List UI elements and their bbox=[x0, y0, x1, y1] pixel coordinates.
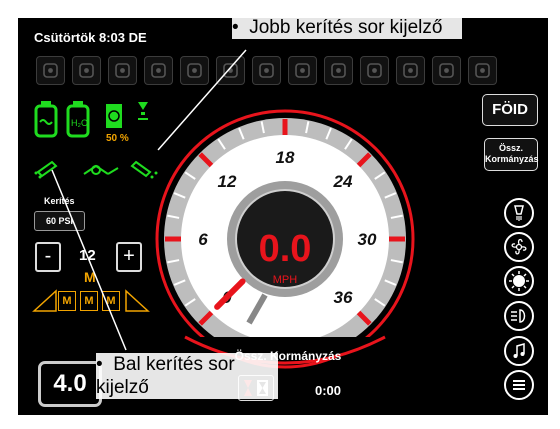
timer-value: 0:00 bbox=[315, 383, 342, 398]
boom-fault-icon bbox=[288, 56, 317, 85]
parking-brake-icon bbox=[36, 56, 65, 85]
boom-left-warning-icon bbox=[216, 56, 245, 85]
spray-boom-icon bbox=[180, 56, 209, 85]
steering-button-line2: Kormányzás bbox=[485, 154, 539, 164]
section-m-right[interactable]: M bbox=[102, 291, 120, 311]
svg-text:H₂O: H₂O bbox=[71, 118, 88, 128]
left-fence-callout: • Bal kerítés sor kijelző bbox=[96, 353, 278, 399]
filter-icon bbox=[468, 56, 497, 85]
gauge-tick-label: 6 bbox=[198, 230, 208, 249]
fan-icon bbox=[511, 238, 527, 255]
psi-display[interactable]: 60 PSI bbox=[34, 211, 85, 231]
water-tank-icon bbox=[144, 56, 173, 85]
work-light-icon bbox=[514, 205, 524, 221]
decrease-button[interactable]: - bbox=[35, 242, 61, 272]
speed-unit: MPH bbox=[272, 274, 298, 286]
section-m-left[interactable]: M bbox=[58, 291, 76, 311]
speed-readout: 0.0 bbox=[258, 228, 312, 270]
left-fence-row-icon bbox=[34, 160, 58, 179]
warning-triangle-icon bbox=[72, 56, 101, 85]
headlight-icon bbox=[511, 309, 526, 323]
steering-button[interactable]: Össz. Kormányzás bbox=[484, 138, 539, 171]
fan-speed-icon bbox=[106, 104, 122, 128]
boom-center-icon bbox=[83, 164, 119, 175]
right-fence-callout-text: Jobb kerítés sor kijelző bbox=[249, 17, 443, 38]
menu-icon bbox=[513, 380, 525, 390]
gauge-tick-label: 12 bbox=[218, 172, 237, 191]
datetime-label: Csütörtök 8:03 DE bbox=[34, 30, 147, 45]
tank-water-icon bbox=[34, 101, 58, 138]
steering-button-line1: Össz. bbox=[498, 143, 523, 153]
gauge-tick-label: 30 bbox=[358, 230, 377, 249]
brightness-button[interactable] bbox=[504, 266, 534, 296]
foid-button[interactable]: FÖID bbox=[482, 94, 538, 126]
tank-level-icon bbox=[324, 56, 353, 85]
hose-icon bbox=[432, 56, 461, 85]
stop-icon bbox=[108, 56, 137, 85]
gauge-tick-label: 36 bbox=[334, 288, 353, 307]
gauge-tick-label: 18 bbox=[276, 148, 295, 167]
increase-button[interactable]: + bbox=[116, 242, 142, 272]
right-fence-callout: • Jobb kerítés sor kijelző bbox=[232, 16, 462, 39]
pump-icon bbox=[360, 56, 389, 85]
spray-indicator-icon bbox=[138, 102, 148, 120]
engine-icon bbox=[396, 56, 425, 85]
left-fence-callout-text: Bal kerítés sor kijelző bbox=[96, 354, 235, 398]
rate-value: 12 bbox=[79, 247, 96, 264]
audio-button[interactable] bbox=[504, 336, 534, 366]
speed-setpoint-box[interactable]: 4.0 bbox=[38, 361, 102, 407]
right-fence-bullet: • bbox=[232, 17, 239, 38]
left-fence-bullet: • bbox=[96, 354, 103, 375]
fan-percent: 50 % bbox=[106, 133, 129, 144]
sun-icon bbox=[509, 271, 529, 291]
fence-label: Kerítés bbox=[44, 196, 75, 206]
menu-button[interactable] bbox=[504, 370, 534, 400]
boom-spray-icon bbox=[252, 56, 281, 85]
section-m-center[interactable]: M bbox=[80, 291, 98, 311]
fan-button[interactable] bbox=[504, 232, 534, 262]
fence-row-indicators bbox=[34, 160, 158, 179]
headlight-button[interactable] bbox=[504, 301, 534, 331]
music-note-icon bbox=[513, 343, 525, 358]
light-button[interactable] bbox=[504, 198, 534, 228]
gauge-tick-label: 24 bbox=[333, 172, 353, 191]
tank-h2o-icon: H₂O bbox=[66, 101, 90, 138]
